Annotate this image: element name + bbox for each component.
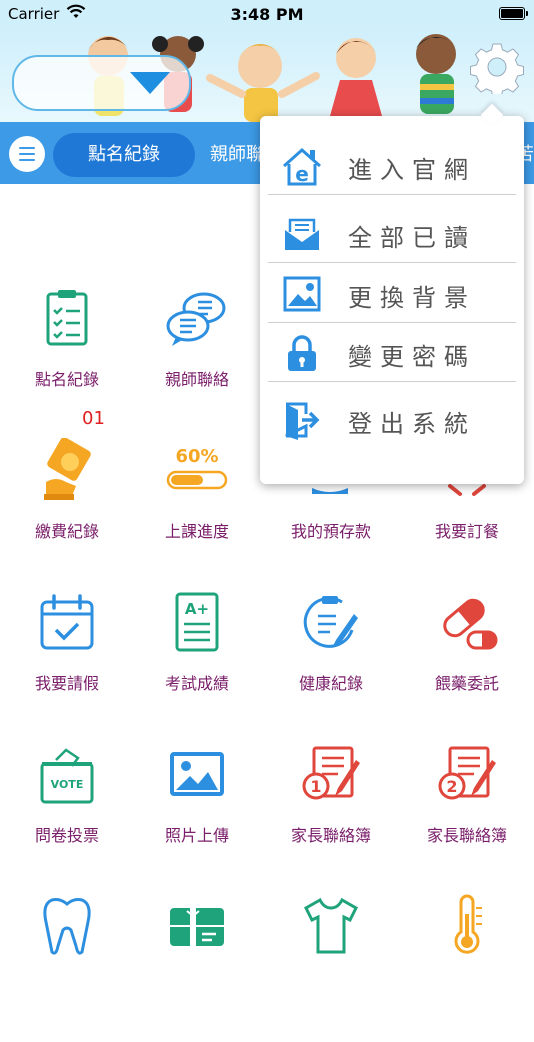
grid-item-contact-book-1[interactable]: 1 家長聯絡簿 — [264, 742, 398, 892]
menu-item-change-background[interactable]: 更換背景 — [268, 264, 516, 323]
grid-item-medicine[interactable]: 餵藥委託 — [400, 590, 534, 740]
lock-icon — [288, 335, 316, 371]
grid-item-label: 家長聯絡簿 — [290, 826, 371, 845]
menu-item-official-site[interactable]: e 進入官網 — [268, 136, 516, 195]
gift-card-icon — [170, 908, 224, 946]
grid-item-label: 照片上傳 — [164, 826, 229, 845]
grid-item-label: 我要請假 — [34, 674, 99, 693]
svg-text:e: e — [295, 162, 309, 186]
chat-bubbles-icon — [166, 292, 226, 346]
menu-item-label: 全部已讀 — [348, 224, 476, 252]
pill-icon — [443, 598, 498, 650]
grid-item-label: 問卷投票 — [34, 826, 99, 845]
grid-item-label: 健康紀錄 — [298, 674, 363, 693]
menu-item-label: 進入官網 — [348, 156, 476, 184]
grid-item-label: 上課進度 — [164, 522, 229, 541]
tooth-icon — [43, 898, 91, 955]
image-background-icon — [283, 276, 321, 312]
status-bar: Carrier 3:48 PM — [0, 0, 534, 28]
grid-item-label: 餵藥委託 — [434, 674, 499, 693]
grid-item-uniform[interactable] — [264, 892, 398, 1042]
grid-item-grades[interactable]: A+ 考試成績 — [130, 590, 264, 740]
grid-item-leave[interactable]: 我要請假 — [0, 590, 134, 740]
grid-item-label: 我要訂餐 — [434, 522, 499, 541]
grid-item-gift-card[interactable] — [130, 892, 264, 1042]
clock-label: 3:48 PM — [230, 5, 304, 24]
grid-item-dental[interactable] — [0, 892, 134, 1042]
header-banner — [0, 28, 534, 122]
grid-item-label: 考試成績 — [164, 674, 229, 693]
svg-text:VOTE: VOTE — [51, 778, 84, 791]
grid-item-label: 點名紀錄 — [34, 370, 99, 389]
photo-upload-icon — [170, 752, 224, 796]
menu-item-mark-all-read[interactable]: 全部已讀 — [268, 204, 516, 263]
grade-report-icon: A+ — [175, 592, 219, 652]
grid-item-label: 繳費紀錄 — [34, 522, 99, 541]
settings-gear-icon[interactable] — [470, 40, 524, 94]
progress-bar-icon: 60% — [166, 446, 228, 490]
grid-item-health[interactable]: 健康紀錄 — [264, 590, 398, 740]
hamburger-menu-icon[interactable] — [9, 136, 45, 172]
thermometer-icon — [454, 894, 482, 954]
svg-text:60%: 60% — [175, 446, 218, 467]
website-home-icon: e — [283, 147, 321, 186]
svg-text:A+: A+ — [185, 600, 209, 618]
grid-item-payment[interactable]: 繳費紀錄 — [0, 438, 134, 588]
chevron-down-icon — [130, 72, 170, 94]
grid-item-progress[interactable]: 60% 上課進度 — [130, 438, 264, 588]
grid-item-label: 家長聯絡簿 — [426, 826, 507, 845]
logout-door-icon — [285, 402, 320, 440]
menu-item-label: 變更密碼 — [348, 343, 476, 371]
grid-item-parent-teacher[interactable]: 親師聯絡 — [130, 286, 264, 436]
tab-parent-teacher[interactable]: 親師聯 — [210, 133, 264, 177]
svg-text:2: 2 — [446, 777, 457, 796]
shirt-icon — [304, 897, 358, 954]
payment-coin-icon — [44, 438, 91, 500]
grid-item-photo-upload[interactable]: 照片上傳 — [130, 742, 264, 892]
menu-item-logout[interactable]: 登出系統 — [268, 390, 516, 448]
menu-item-change-password[interactable]: 變更密碼 — [268, 323, 516, 382]
grid-item-label: 我的預存款 — [290, 522, 371, 541]
calendar-check-icon — [40, 594, 94, 650]
health-record-icon — [303, 596, 358, 648]
contact-book-1-icon: 1 — [302, 746, 360, 800]
grid-item-temperature[interactable] — [400, 892, 534, 1042]
mail-read-icon — [285, 218, 319, 250]
class-selector-dropdown[interactable] — [12, 55, 191, 111]
grid-item-label: 親師聯絡 — [164, 370, 229, 389]
clipboard-checklist-icon — [46, 290, 88, 346]
battery-icon — [499, 7, 528, 20]
grid-item-attendance[interactable]: 點名紀錄 — [0, 286, 134, 436]
contact-book-2-icon: 2 — [438, 746, 496, 800]
tab-attendance[interactable]: 點名紀錄 — [53, 133, 195, 177]
grid-item-contact-book-2[interactable]: 2 家長聯絡簿 — [400, 742, 534, 892]
vote-box-icon: VOTE — [40, 748, 94, 804]
menu-item-label: 登出系統 — [348, 410, 476, 438]
settings-popup-menu: e 進入官網 全部已讀 更換背景 變更密碼 登出系統 — [260, 103, 524, 484]
grid-item-survey[interactable]: VOTE 問卷投票 — [0, 742, 134, 892]
svg-text:1: 1 — [310, 777, 321, 796]
menu-item-label: 更換背景 — [348, 284, 476, 312]
